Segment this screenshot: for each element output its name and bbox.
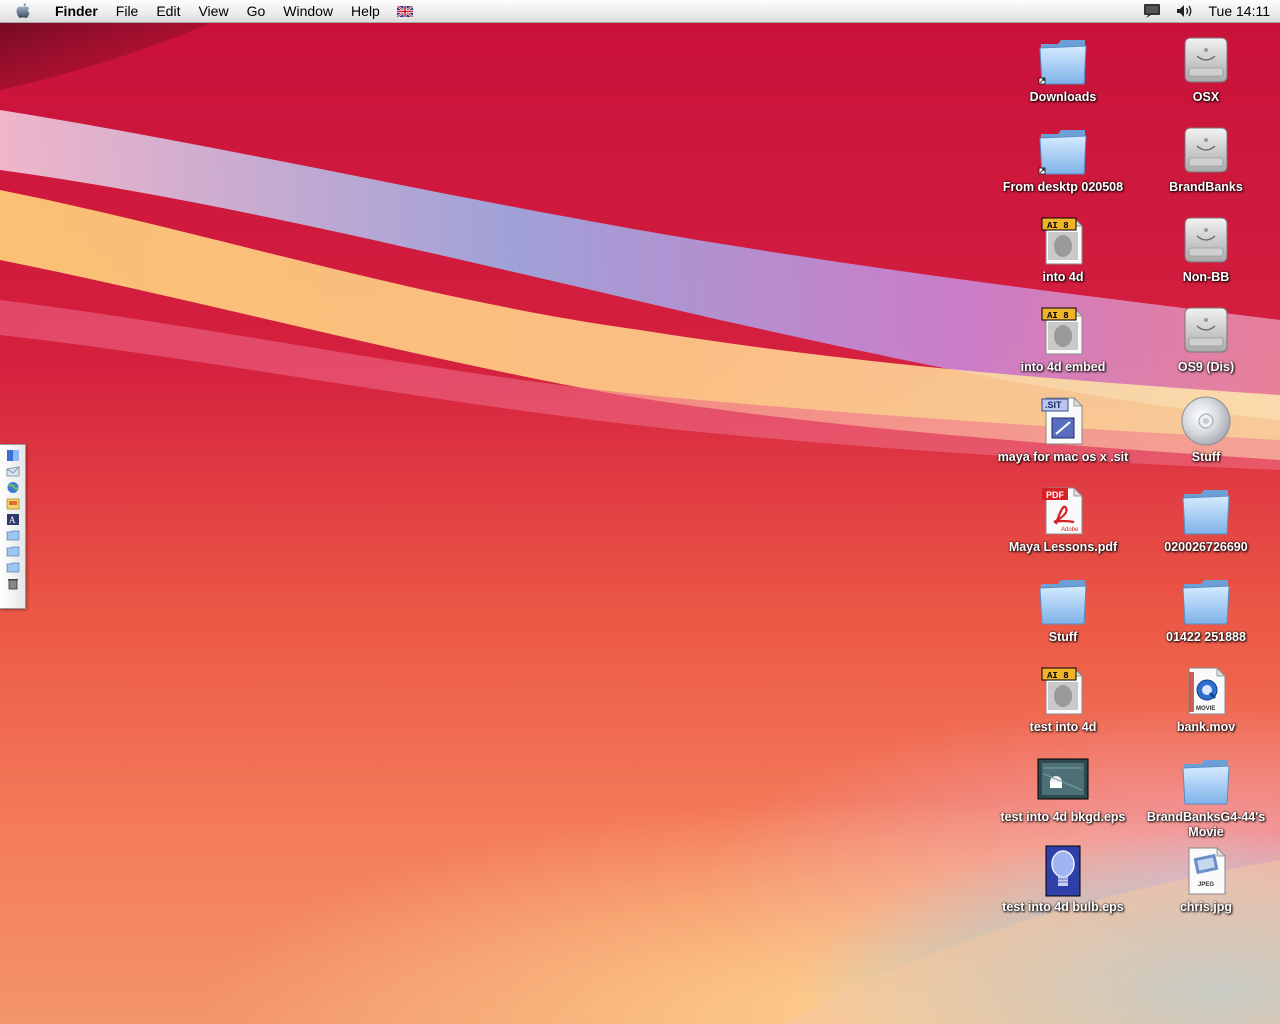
desktop-icon-chris-jpg[interactable]: JPEG chris.jpg <box>1134 844 1278 915</box>
desktop-icon-into-4d[interactable]: AI 8 into 4d <box>991 214 1135 285</box>
launcher-strip[interactable]: A <box>0 444 26 609</box>
desktop-icon-into-4d-embed[interactable]: AI 8 into 4d embed <box>991 304 1135 375</box>
menu-go[interactable]: Go <box>238 0 275 22</box>
icon-label: OS9 (Dis) <box>1177 360 1235 374</box>
desktop-icon-test-bulb-eps[interactable]: test into 4d bulb.eps <box>991 844 1135 915</box>
quicktime-movie-icon: MOVIE <box>1179 664 1233 718</box>
font-app-icon[interactable]: A <box>5 512 21 526</box>
desktop-icon-maya-pdf[interactable]: PDF Adobe Maya Lessons.pdf <box>991 484 1135 555</box>
menu-help[interactable]: Help <box>342 0 389 22</box>
menu-clock[interactable]: Tue 14:11 <box>1209 3 1271 19</box>
alias-folder-icon <box>1036 124 1090 178</box>
finder-face-icon[interactable] <box>5 448 21 462</box>
desktop-icon-osx-drive[interactable]: OSX <box>1134 34 1278 105</box>
jpeg-badge-text: JPEG <box>1198 882 1214 888</box>
apple-menu-icon[interactable] <box>0 0 46 22</box>
volume-icon[interactable] <box>1175 3 1195 19</box>
icon-label: BrandBanks <box>1169 180 1243 194</box>
icon-label: maya for mac os x .sit <box>997 450 1129 464</box>
folder-icon <box>1179 754 1233 808</box>
icon-label: chris.jpg <box>1179 900 1233 914</box>
hard-drive-icon <box>1179 214 1233 268</box>
icon-label: OSX <box>1192 90 1220 104</box>
menu-window[interactable]: Window <box>274 0 342 22</box>
desktop-icon-brandbanks-drive[interactable]: BrandBanks <box>1134 124 1278 195</box>
menu-bar: Finder File Edit View Go Window Help Tue… <box>0 0 1280 23</box>
desktop-icon-folder-01422[interactable]: 01422 251888 <box>1134 574 1278 645</box>
desktop-icon-test-bkgd-eps[interactable]: test into 4d bkgd.eps <box>991 754 1135 825</box>
eps-image-icon <box>1036 754 1090 808</box>
desktop-icon-folder-020026726690[interactable]: 020026726690 <box>1134 484 1278 555</box>
folder-icon <box>1179 484 1233 538</box>
folder-icon <box>1036 574 1090 628</box>
icon-label: BrandBanksG4-44's Movie <box>1146 810 1266 839</box>
icon-label: Downloads <box>1029 90 1097 104</box>
desktop-icon-stuff-folder[interactable]: Stuff <box>991 574 1135 645</box>
pdf-badge-text: PDF <box>1046 490 1065 500</box>
menu-view[interactable]: View <box>189 0 237 22</box>
desktop-icon-from-desktp[interactable]: From desktp 020508 <box>991 124 1135 195</box>
desktop-icon-brandbanks-movie[interactable]: BrandBanksG4-44's Movie <box>1134 754 1278 840</box>
icon-label: into 4d <box>1042 270 1084 284</box>
display-menu-icon[interactable] <box>1143 3 1161 19</box>
icon-label: From desktp 020508 <box>1002 180 1124 194</box>
menu-file[interactable]: File <box>107 0 148 22</box>
globe-icon[interactable] <box>5 480 21 494</box>
strip-folder-icon[interactable] <box>5 528 21 542</box>
hard-drive-icon <box>1179 124 1233 178</box>
stuffit-archive-icon: .SIT <box>1036 394 1090 448</box>
eps-bulb-icon <box>1036 844 1090 898</box>
desktop-icon-bank-mov[interactable]: MOVIE bank.mov <box>1134 664 1278 735</box>
ai-badge-text: AI 8 <box>1047 221 1069 231</box>
icon-label: 01422 251888 <box>1166 630 1246 644</box>
icon-label: test into 4d bkgd.eps <box>1000 810 1126 824</box>
strip-folder-icon[interactable] <box>5 560 21 574</box>
mail-icon[interactable] <box>5 464 21 478</box>
icon-label: Stuff <box>1048 630 1078 644</box>
svg-text:A: A <box>9 515 16 525</box>
folder-icon <box>1179 574 1233 628</box>
desktop-icon-downloads[interactable]: Downloads <box>991 34 1135 105</box>
application-icon[interactable] <box>5 496 21 510</box>
sit-badge-text: .SIT <box>1045 400 1062 410</box>
menu-edit[interactable]: Edit <box>147 0 189 22</box>
ai-badge-text: AI 8 <box>1047 311 1069 321</box>
desktop-icon-non-bb-drive[interactable]: Non-BB <box>1134 214 1278 285</box>
ai-badge-text: AI 8 <box>1047 671 1069 681</box>
icon-label: bank.mov <box>1176 720 1236 734</box>
trash-icon[interactable] <box>5 576 21 590</box>
hard-drive-icon <box>1179 304 1233 358</box>
cd-disc-icon <box>1179 394 1233 448</box>
icon-label: 020026726690 <box>1164 540 1248 554</box>
app-menu-finder[interactable]: Finder <box>46 0 107 22</box>
uk-flag-input-menu-icon[interactable] <box>396 5 413 17</box>
icon-label: Non-BB <box>1182 270 1230 284</box>
adobe-badge-text: Adobe <box>1061 527 1079 533</box>
icon-label: test into 4d bulb.eps <box>1002 900 1124 914</box>
illustrator-file-icon: AI 8 <box>1036 664 1090 718</box>
pdf-file-icon: PDF Adobe <box>1036 484 1090 538</box>
desktop-icon-stuff-cd[interactable]: Stuff <box>1134 394 1278 465</box>
jpeg-file-icon: JPEG <box>1179 844 1233 898</box>
illustrator-file-icon: AI 8 <box>1036 304 1090 358</box>
illustrator-file-icon: AI 8 <box>1036 214 1090 268</box>
hard-drive-icon <box>1179 34 1233 88</box>
desktop-icon-os9-drive[interactable]: OS9 (Dis) <box>1134 304 1278 375</box>
desktop: Finder File Edit View Go Window Help Tue… <box>0 0 1280 1024</box>
alias-folder-icon <box>1036 34 1090 88</box>
icon-label: test into 4d <box>1029 720 1097 734</box>
desktop-icon-maya-sit[interactable]: .SIT maya for mac os x .sit <box>991 394 1135 465</box>
icon-label: Stuff <box>1191 450 1221 464</box>
strip-folder-icon[interactable] <box>5 544 21 558</box>
icon-label: Maya Lessons.pdf <box>1008 540 1118 554</box>
desktop-icon-test-into-4d[interactable]: AI 8 test into 4d <box>991 664 1135 735</box>
movie-badge-text: MOVIE <box>1196 706 1215 712</box>
icon-label: into 4d embed <box>1020 360 1106 374</box>
